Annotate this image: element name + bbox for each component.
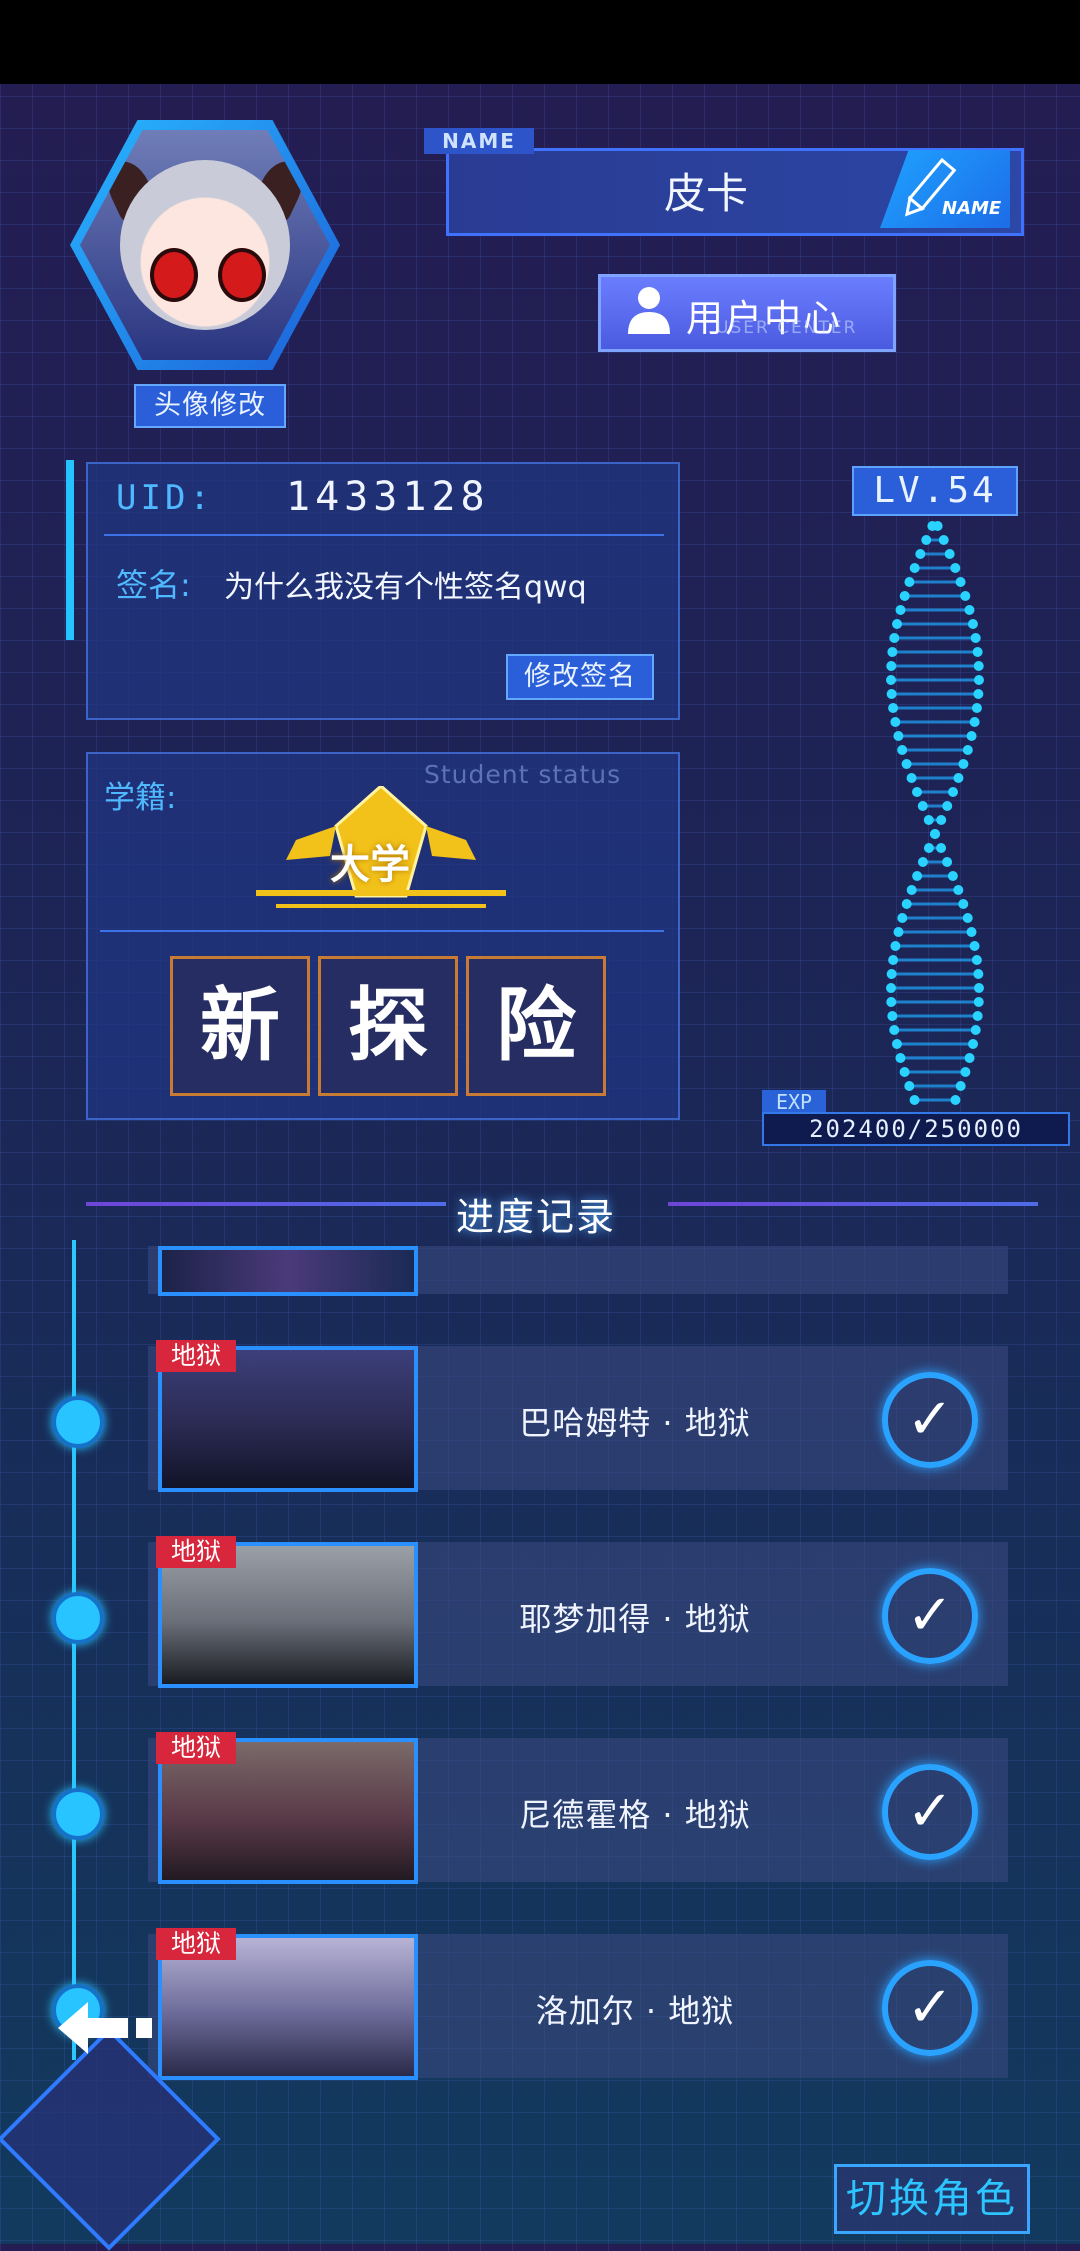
record-title: 洛加尔 · 地狱	[535, 1992, 735, 2030]
divider	[100, 930, 664, 932]
record-thumbnail	[158, 1246, 418, 1296]
signature-text: 为什么我没有个性签名qwq	[224, 570, 587, 605]
timeline-line	[72, 1240, 76, 2060]
uid-label: UID:	[116, 478, 214, 518]
timeline-top	[66, 460, 74, 640]
user-center-subtitle: USER CENTER	[716, 318, 858, 338]
record-title: 尼德霍格 · 地狱	[519, 1796, 751, 1834]
difficulty-tag: 地狱	[156, 1928, 236, 1960]
timeline-dot	[52, 1592, 104, 1644]
signature-label: 签名:	[116, 566, 191, 604]
user-icon	[628, 287, 670, 334]
name-label: NAME	[424, 128, 534, 154]
edit-signature-button[interactable]: 修改签名	[506, 654, 654, 700]
level-badge: LV.54	[852, 466, 1018, 516]
student-label-en: Student status	[424, 760, 622, 789]
exp-label: EXP	[762, 1090, 826, 1114]
timeline-dot	[52, 1788, 104, 1840]
edit-name-label: NAME	[942, 198, 1002, 219]
dna-helix-icon	[886, 521, 984, 1105]
tile-1: 新	[170, 956, 310, 1096]
check-icon: ✓	[882, 1764, 978, 1860]
check-icon: ✓	[882, 1960, 978, 2056]
rank-badge-text: 大学	[330, 842, 410, 888]
tile-2: 探	[318, 956, 458, 1096]
timeline-dot	[52, 1396, 104, 1448]
difficulty-tag: 地狱	[156, 1340, 236, 1372]
exp-value: 202400/250000	[762, 1112, 1070, 1146]
header-line-right	[668, 1202, 1038, 1206]
check-icon: ✓	[882, 1568, 978, 1664]
difficulty-tag: 地狱	[156, 1536, 236, 1568]
check-icon: ✓	[882, 1372, 978, 1468]
record-title: 耶梦加得 · 地狱	[519, 1600, 751, 1638]
progress-title: 进度记录	[456, 1195, 617, 1239]
avatar-edit-button[interactable]: 头像修改	[134, 384, 286, 428]
status-bar	[0, 0, 1080, 84]
tile-3: 险	[466, 956, 606, 1096]
difficulty-tag: 地狱	[156, 1732, 236, 1764]
student-label: 学籍:	[104, 780, 177, 816]
left-eye	[150, 248, 198, 302]
switch-role-button[interactable]: 切换角色	[834, 2164, 1030, 2234]
header-line-left	[86, 1202, 446, 1206]
record-title: 巴哈姆特 · 地狱	[519, 1404, 751, 1442]
back-arrow-icon	[58, 2002, 152, 2054]
divider	[104, 534, 664, 536]
uid-value: 1433128	[286, 474, 490, 520]
right-eye	[218, 248, 266, 302]
avatar-face	[120, 160, 290, 330]
